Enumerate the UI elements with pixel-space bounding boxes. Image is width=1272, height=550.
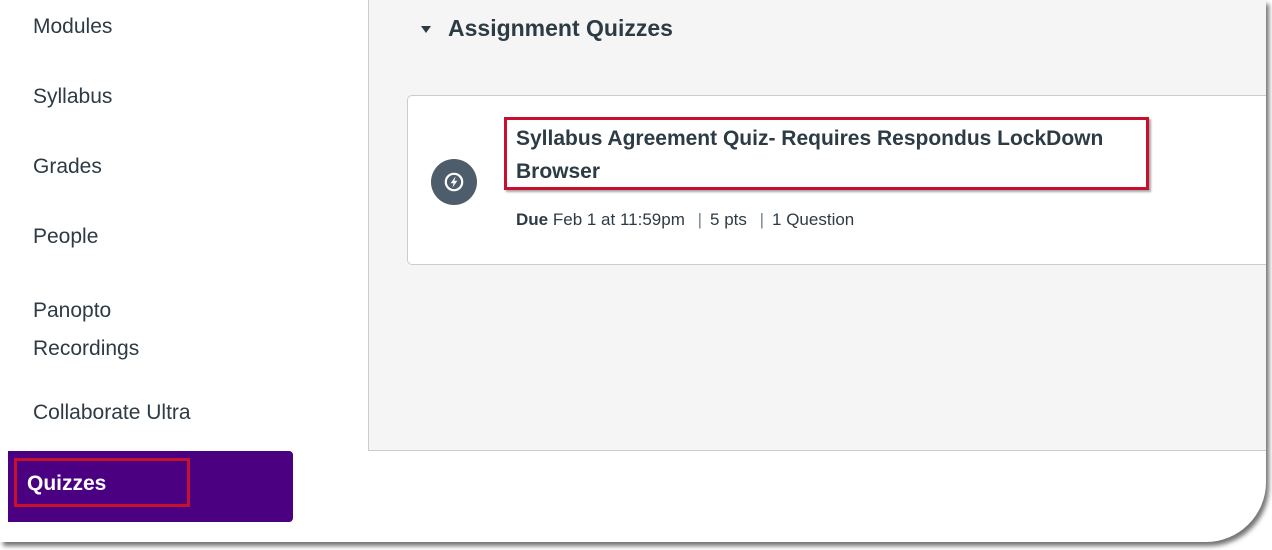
due-date: Feb 1 at 11:59pm: [552, 210, 685, 229]
quizzes-content-panel: Assignment Quizzes Syllabus Agreement Qu…: [368, 0, 1266, 451]
quiz-title-link[interactable]: Syllabus Agreement Quiz- Requires Respon…: [516, 122, 1136, 188]
nav-item-people[interactable]: People: [33, 222, 98, 252]
nav-item-grades[interactable]: Grades: [33, 152, 102, 182]
nav-item-modules[interactable]: Modules: [33, 12, 112, 42]
due-label: Due: [516, 210, 549, 229]
quiz-rocket-icon: [431, 159, 477, 205]
quiz-question-count: 1 Question: [772, 210, 855, 229]
nav-item-quizzes-label: Quizzes: [27, 472, 107, 495]
nav-item-panopto-recordings[interactable]: Panopto Recordings: [33, 292, 139, 368]
quiz-meta: Due Feb 1 at 11:59pm | 5 pts | 1 Question: [516, 208, 854, 232]
caret-down-icon: [421, 25, 431, 33]
course-navigation: Modules Syllabus Grades People Panopto R…: [0, 0, 300, 542]
meta-separator: |: [697, 210, 703, 229]
group-title: Assignment Quizzes: [448, 15, 673, 41]
meta-separator: |: [759, 210, 765, 229]
quiz-points: 5 pts: [710, 210, 747, 229]
quiz-list-item: Syllabus Agreement Quiz- Requires Respon…: [407, 95, 1266, 265]
nav-item-syllabus[interactable]: Syllabus: [33, 82, 112, 112]
nav-item-quizzes[interactable]: Quizzes: [8, 451, 293, 522]
nav-item-collaborate-ultra[interactable]: Collaborate Ultra: [33, 398, 191, 428]
screenshot-frame: Modules Syllabus Grades People Panopto R…: [0, 0, 1266, 542]
assignment-quizzes-toggle[interactable]: Assignment Quizzes: [421, 12, 673, 44]
